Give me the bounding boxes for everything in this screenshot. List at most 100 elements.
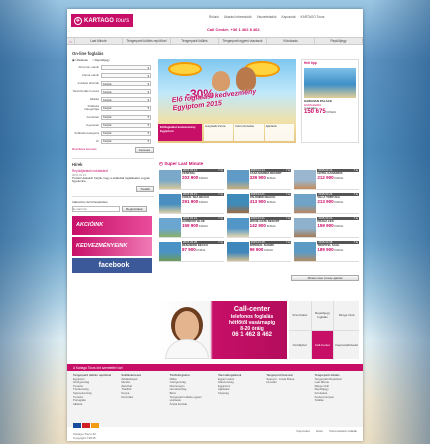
newsletter-email-input[interactable] bbox=[72, 205, 120, 212]
card-info: 2015.03.21. 7 éj MOVIE GATE RESORT 142 900 … bbox=[249, 216, 292, 237]
search-field-select[interactable]: ▾ bbox=[101, 65, 151, 70]
discounts-banner[interactable]: KEDVEZMÉNYEINK bbox=[72, 236, 152, 256]
hotel-thumbnail bbox=[294, 242, 317, 261]
bottom-link[interactable]: Hírek bbox=[316, 429, 323, 433]
side-link[interactable]: Mérge Club bbox=[334, 301, 359, 330]
last-minute-more-button[interactable]: Minden last minute ajánlat bbox=[291, 275, 359, 281]
search-field-value: Kérjük bbox=[103, 115, 112, 120]
clock-icon: ◴ bbox=[159, 161, 163, 166]
logo-suffix: tours bbox=[115, 17, 130, 24]
nav-item[interactable]: Tengerparti egyéni utazások bbox=[219, 38, 267, 44]
last-minute-card[interactable]: 2015.03.21. 7 éj CORAL SEA BEACH 291 900 Ft… bbox=[159, 192, 224, 214]
search-field-value: Kérjük bbox=[103, 89, 112, 94]
last-minute-card[interactable]: 2015.03.14. 7 éj CASA MARINA RESORT 339 900… bbox=[226, 168, 292, 190]
side-link[interactable]: Repülőjegy foglalás bbox=[311, 301, 334, 330]
search-button[interactable]: Keresés bbox=[134, 146, 154, 153]
search-field-value: Kérjük bbox=[103, 139, 112, 144]
chevron-down-icon: ▾ bbox=[147, 123, 149, 128]
top-links: Rólunk Utazási információk Viszonteladók… bbox=[209, 15, 324, 19]
hero-panel-2[interactable]: Kairó körutazás bbox=[234, 124, 264, 141]
facebook-banner[interactable]: facebook bbox=[72, 257, 152, 273]
last-minute-card[interactable]: 2015.03.21. 7 éj HARMONY BLUE 159 900 Ft/fő… bbox=[159, 216, 224, 238]
footer-link[interactable]: Albánia bbox=[73, 402, 115, 407]
search-field-row: Indulási időszak Kérjük ▾ bbox=[72, 81, 154, 86]
news-more-button[interactable]: Tovább bbox=[136, 185, 154, 192]
card-price: 413 900 bbox=[249, 198, 266, 204]
last-minute-card[interactable]: 2015.03.28. 7 éj IMPERIAL SHAMS 99 900 Ft/f… bbox=[226, 240, 292, 262]
card-unit: Ft/fő/út bbox=[334, 199, 344, 204]
search-field-select[interactable]: Kérjük ▾ bbox=[101, 114, 151, 120]
footer-link[interactable]: Szállás bbox=[315, 399, 357, 403]
home-icon[interactable]: ⌂ bbox=[67, 38, 75, 44]
card-price: 189 900 bbox=[317, 246, 334, 252]
nav-item[interactable]: Tengerparti üdülés repülővel bbox=[123, 38, 171, 44]
sea-right-decor bbox=[370, 0, 430, 444]
top-link[interactable]: Rólunk bbox=[209, 15, 219, 19]
top-link[interactable]: Kapcsolat bbox=[282, 15, 296, 19]
detailed-search-link[interactable]: Részletes keresés bbox=[72, 147, 97, 153]
call-center-number: Call Center: +36 1 462 8 462 bbox=[207, 27, 260, 32]
hero-banner[interactable]: -30% Elő foglalási kedvezmény Egyiptom 2… bbox=[158, 59, 296, 143]
search-field-select[interactable]: Kérjük ▾ bbox=[101, 130, 151, 136]
radio-flights-label: Repülőjegy bbox=[94, 58, 110, 62]
nav-item[interactable]: Tengerparti üdülés bbox=[171, 38, 219, 44]
search-field-select[interactable]: Kérjük ▾ bbox=[101, 122, 151, 128]
search-field-select[interactable]: ▾ bbox=[101, 73, 151, 78]
logo[interactable]: ✈ KARTAGO tours bbox=[71, 14, 133, 27]
search-field-select[interactable]: Kérjük ▾ bbox=[101, 97, 151, 102]
side-link[interactable]: Osztálybér bbox=[289, 330, 311, 359]
hero-promo-box[interactable]: Előfoglalási kedvezmény Egyiptom bbox=[158, 124, 202, 141]
newsletter-register-button[interactable]: Regisztrálok bbox=[122, 205, 147, 212]
card-nights: 7 éj bbox=[285, 168, 291, 172]
hero-panel-1[interactable]: Hurghada Vissza bbox=[204, 124, 234, 141]
search-field-value: Kérjük bbox=[103, 106, 112, 111]
footer-link[interactable]: Horvátor bbox=[266, 381, 308, 385]
hotel-thumbnail bbox=[294, 170, 317, 189]
call-center-banner[interactable]: Call-center telefonos foglalás hétfőtől … bbox=[159, 301, 287, 359]
last-minute-card[interactable]: 2015.03.21. 7 éj MOVIE GATE RESORT 142 900 … bbox=[226, 216, 292, 238]
search-field-select[interactable]: Kérjük ▾ bbox=[101, 89, 151, 94]
hotel-thumbnail bbox=[294, 194, 317, 213]
hero-panel-3[interactable]: Ajánlatok bbox=[264, 124, 294, 141]
hero-panels: Hurghada Vissza Kairó körutazás Ajánlato… bbox=[204, 124, 294, 141]
last-minute-card[interactable]: 2015.03.28. 7 éj BENAWANI BEACH 87 900 Ft/f… bbox=[159, 240, 224, 262]
nav-item[interactable]: Repülőjegy bbox=[315, 38, 363, 44]
footer-link[interactable]: Szépség bbox=[218, 391, 260, 396]
radio-holidays-label: Üdülések bbox=[75, 58, 88, 62]
person-woman-image bbox=[212, 71, 230, 91]
card-price: 159 900 bbox=[182, 222, 199, 228]
logo-text: KARTAGO bbox=[84, 17, 114, 24]
last-minute-card[interactable]: 2015.03.21. 7 éj PALOMINO BEACH 413 900 Ft/… bbox=[226, 192, 292, 214]
side-link[interactable]: Szerződési bbox=[289, 301, 311, 330]
footer-link[interactable]: Ázsiai körutak bbox=[170, 402, 212, 407]
chevron-down-icon: ▾ bbox=[147, 139, 149, 144]
nav-item[interactable]: Körutazás bbox=[267, 38, 315, 44]
side-link-active[interactable]: Call-Center bbox=[311, 330, 334, 359]
top-link[interactable]: KARTAGO Tours bbox=[301, 15, 325, 19]
radio-flights[interactable]: ○ Repülőjegy bbox=[92, 58, 110, 62]
last-minute-card[interactable]: 2015.03.14. 7 éj HOTEL KANARIOS 212 900 Ft/… bbox=[294, 168, 359, 190]
radio-holidays[interactable]: ◉ Üdülések bbox=[72, 58, 88, 62]
last-minute-card[interactable]: 2015.03.28. 7 éj TROPITEL SAHL 189 900 Ft/f… bbox=[294, 240, 359, 262]
search-field-select[interactable]: Kérjük ▾ bbox=[101, 138, 151, 144]
last-minute-card[interactable]: 2015.03.21. 7 éj VILLA TORTUGA 213 900 Ft/f… bbox=[294, 192, 359, 214]
top-link[interactable]: Utazási információk bbox=[224, 15, 252, 19]
search-field-row: Ellátás Kérjük ▾ bbox=[72, 97, 154, 102]
weekly-tip-box[interactable]: Heti tipp HAWAIIAN PALACE HURGHADA 7 éjs… bbox=[301, 59, 359, 143]
nav-item[interactable]: Last Minute bbox=[75, 38, 123, 44]
search-field-select[interactable]: Kérjük ▾ bbox=[101, 81, 151, 86]
last-minute-card[interactable]: 2015.03.14. 7 éj CENTRAL 203 900 Ft/fő/út bbox=[159, 168, 224, 190]
weekly-tip-price: 150 675 bbox=[304, 108, 326, 115]
last-minute-card[interactable]: 2015.03.21. 7 éj PRAHA LIFE 159 900 Ft/fő/ú… bbox=[294, 216, 359, 238]
bottom-link[interactable]: Kapcsolat bbox=[297, 429, 310, 433]
search-field-select[interactable]: Kérjük ▾ bbox=[101, 105, 151, 111]
hotel-thumbnail bbox=[159, 194, 181, 213]
footer-link[interactable]: Dominika bbox=[121, 395, 163, 400]
search-field-row: Szálloda kategóriája Kérjük ▾ bbox=[72, 104, 154, 112]
bottom-link[interactable]: Viszonteladói oldalak bbox=[329, 429, 357, 433]
top-link[interactable]: Viszonteladók bbox=[257, 15, 277, 19]
news-body: Tisztelt Utasaink! Kérjük, hogy a szállo… bbox=[72, 175, 150, 184]
side-link[interactable]: Kapcsolatfelvétel bbox=[334, 330, 359, 359]
deals-banner[interactable]: AKCIÓINK bbox=[72, 215, 152, 235]
search-field-label: Ahová utazik bbox=[81, 72, 99, 77]
